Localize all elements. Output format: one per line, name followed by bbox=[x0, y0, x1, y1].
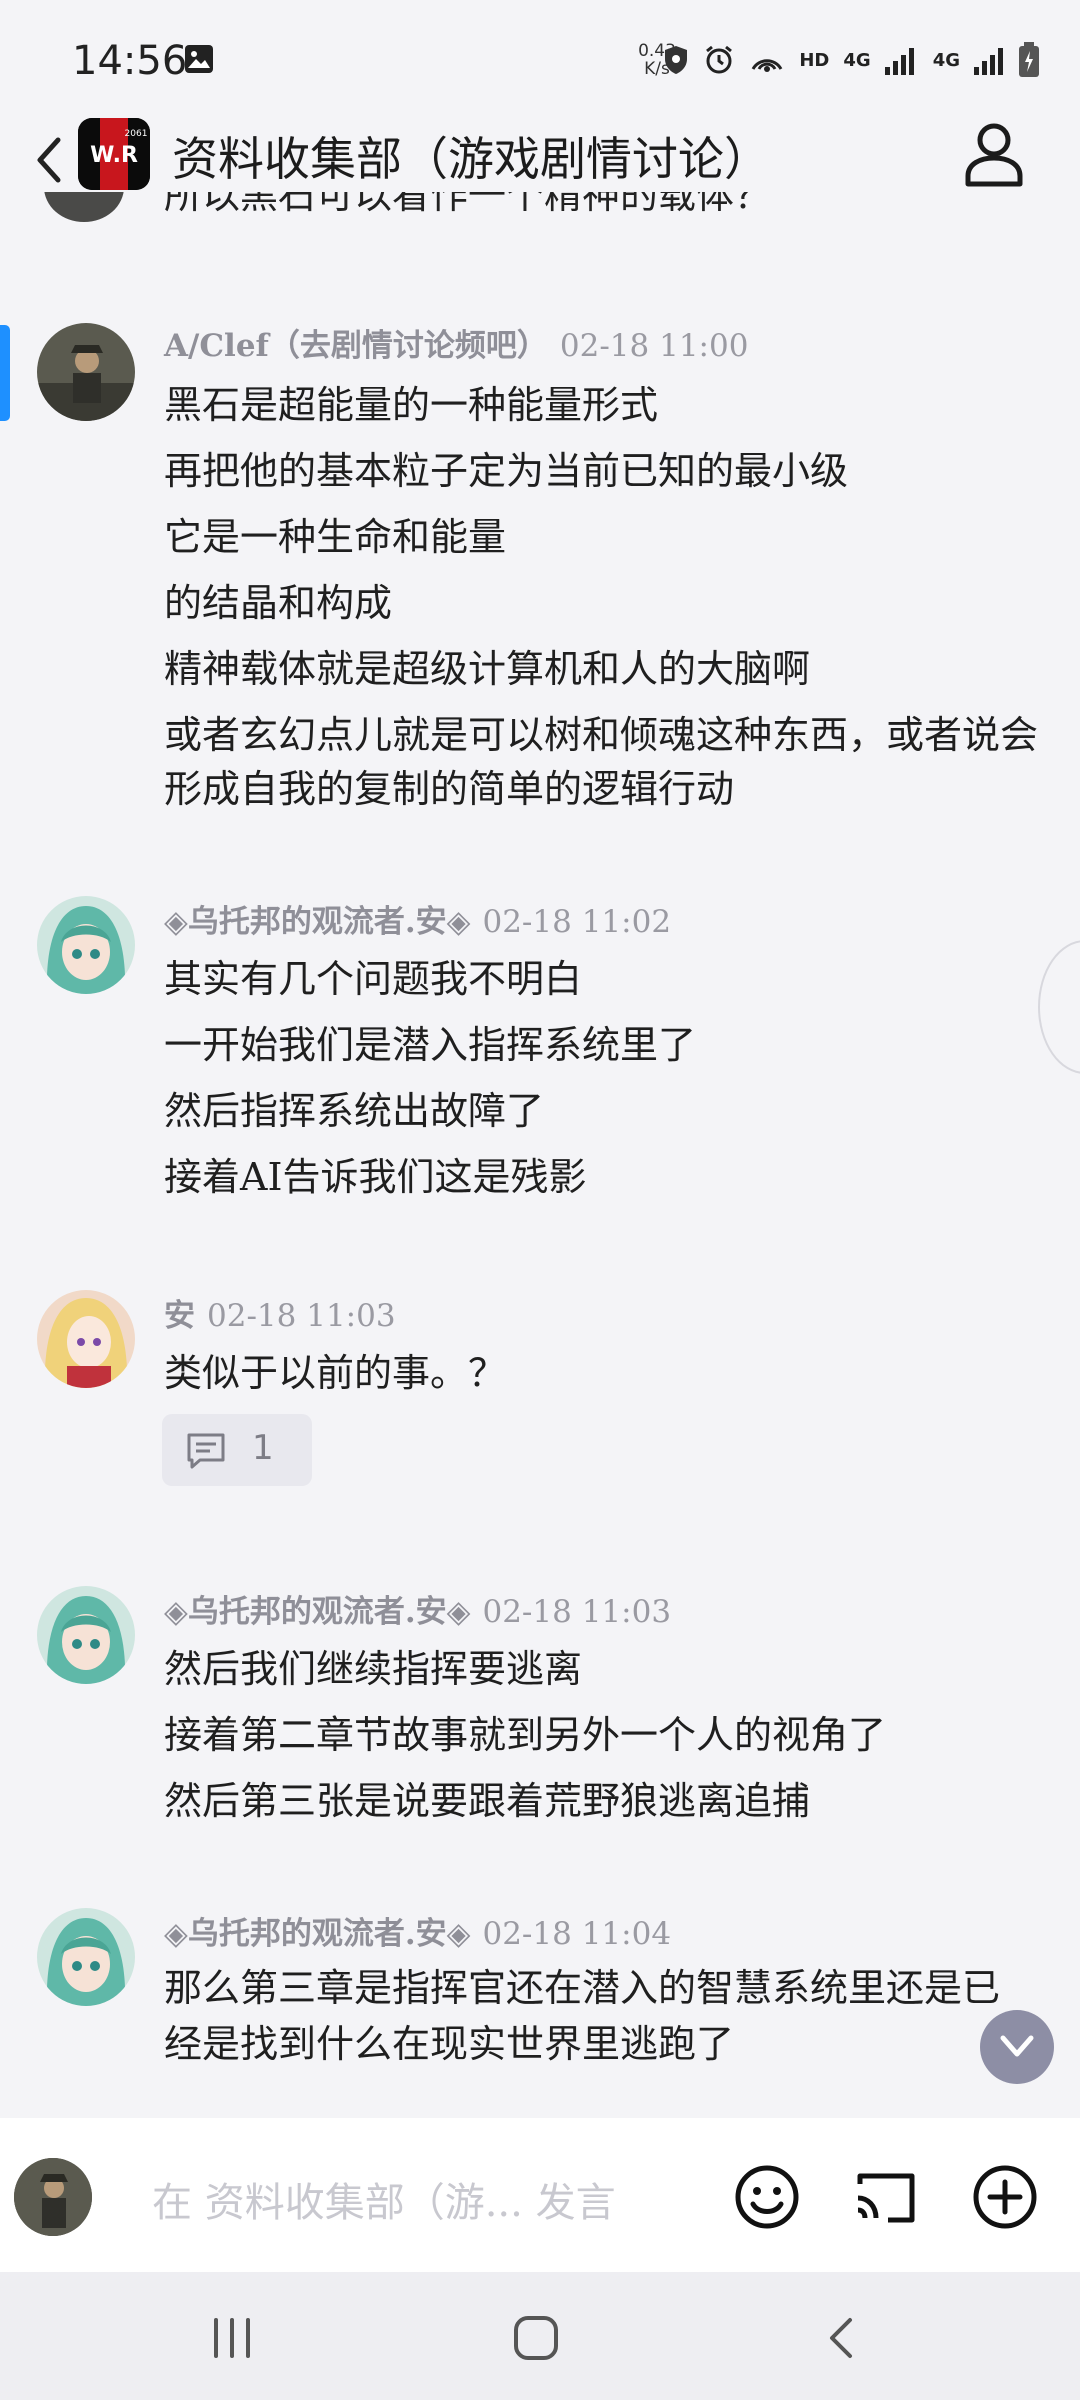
system-nav-bar bbox=[0, 2272, 1080, 2400]
group-avatar[interactable]: W.R 2061 bbox=[78, 118, 150, 190]
scroll-to-bottom-button[interactable] bbox=[980, 2010, 1054, 2084]
reply-count: 1 bbox=[252, 1428, 274, 1468]
timestamp: 02-18 11:04 bbox=[482, 1916, 672, 1952]
recent-apps-icon[interactable] bbox=[208, 2316, 258, 2360]
sender-name[interactable]: 安 bbox=[164, 1298, 195, 1334]
network-type-2: 4G bbox=[932, 49, 960, 71]
partial-message: 所以黑石可以看作一个精神的载体？ bbox=[0, 192, 1080, 244]
status-time: 14:56 bbox=[72, 38, 188, 84]
message-meta: ◈乌托邦的观流者.安◈ 02-18 11:02 bbox=[164, 896, 671, 941]
avatar[interactable] bbox=[37, 1586, 135, 1684]
anime-avatar-icon bbox=[37, 1586, 135, 1684]
anime-avatar-icon bbox=[37, 1290, 135, 1388]
sender-name[interactable]: ◈乌托邦的观流者.安◈ bbox=[164, 1594, 470, 1630]
message-input-bar: 在 资料收集部（游... 发言 bbox=[0, 2118, 1080, 2272]
message-line: 精神载体就是超级计算机和人的大脑啊 bbox=[164, 647, 811, 691]
timestamp: 02-18 11:03 bbox=[482, 1594, 672, 1630]
sender-name[interactable]: ◈乌托邦的观流者.安◈ bbox=[164, 904, 470, 940]
message-body: 然后我们继续指挥要逃离 接着第二章节故事就到另外一个人的视角了 然后第三张是说要… bbox=[164, 1636, 1044, 1834]
avatar[interactable] bbox=[37, 1908, 135, 2006]
unread-marker bbox=[0, 325, 10, 421]
emoji-icon[interactable] bbox=[734, 2164, 800, 2230]
user-photo-icon bbox=[37, 323, 135, 421]
plus-icon[interactable] bbox=[972, 2164, 1038, 2230]
timestamp: 02-18 11:00 bbox=[559, 328, 749, 364]
message-line: 再把他的基本粒子定为当前已知的最小级 bbox=[164, 449, 849, 493]
message-body: 黑石是超能量的一种能量形式 再把他的基本粒子定为当前已知的最小级 它是一种生命和… bbox=[164, 372, 1044, 816]
vpn-icon bbox=[665, 46, 688, 74]
gallery-notification-icon bbox=[185, 45, 213, 73]
message-meta: A/Clef（去剧情讨论频吧） 02-18 11:00 bbox=[164, 320, 748, 365]
avatar bbox=[44, 192, 124, 222]
avatar[interactable] bbox=[37, 896, 135, 994]
anime-avatar-icon bbox=[37, 1908, 135, 2006]
message-line: 那么第三章是指挥官还在潜入的智慧系统里还是已经是找到什么在现实世界里逃跑了 bbox=[164, 1966, 1001, 2066]
thread-reply-button[interactable]: 1 bbox=[162, 1414, 312, 1486]
message-line: 然后第三张是说要跟着荒野狼逃离追捕 bbox=[164, 1779, 811, 1823]
message-text: 所以黑石可以看作一个精神的载体？ bbox=[164, 192, 773, 217]
status-bar: 14:56 0.43 K/s HD 4G 4G bbox=[0, 0, 1080, 120]
message-meta: 安 02-18 11:03 bbox=[164, 1290, 396, 1335]
battery-icon bbox=[1019, 42, 1039, 77]
signal-icon-2 bbox=[974, 48, 1003, 75]
message-input[interactable]: 在 资料收集部（游... 发言 bbox=[152, 2170, 616, 2228]
message-line: 的结晶和构成 bbox=[164, 581, 393, 625]
user-photo-icon bbox=[14, 2158, 92, 2236]
svg-text:2061: 2061 bbox=[125, 129, 148, 139]
message-meta: ◈乌托邦的观流者.安◈ 02-18 11:03 bbox=[164, 1586, 671, 1631]
nav-back-icon[interactable] bbox=[822, 2312, 858, 2364]
avatar[interactable] bbox=[37, 1290, 135, 1388]
timestamp: 02-18 11:02 bbox=[482, 904, 672, 940]
page-title: 资料收集部（游戏剧情讨论） bbox=[172, 132, 770, 186]
self-avatar[interactable] bbox=[14, 2158, 92, 2236]
message-body: 其实有几个问题我不明白 一开始我们是潜入指挥系统里了 然后指挥系统出故障了 接着… bbox=[164, 946, 1044, 1210]
home-icon[interactable] bbox=[510, 2312, 562, 2364]
message-line: 它是一种生命和能量 bbox=[164, 515, 507, 559]
anime-avatar-icon bbox=[37, 896, 135, 994]
timestamp: 02-18 11:03 bbox=[207, 1298, 396, 1334]
avatar[interactable] bbox=[37, 323, 135, 421]
message-line: 然后我们继续指挥要逃离 bbox=[164, 1647, 583, 1691]
hd-label: HD bbox=[799, 49, 830, 71]
network-type-1: 4G bbox=[843, 49, 871, 71]
signal-icon-1 bbox=[884, 48, 914, 75]
message-line: 然后指挥系统出故障了 bbox=[164, 1089, 545, 1133]
group-logo-icon: W.R 2061 bbox=[78, 118, 150, 190]
sender-name[interactable]: ◈乌托邦的观流者.安◈ bbox=[164, 1916, 470, 1952]
message-line: 一开始我们是潜入指挥系统里了 bbox=[164, 1023, 697, 1067]
message-line: 其实有几个问题我不明白 bbox=[164, 957, 583, 1001]
status-icons: HD 4G 4G bbox=[663, 38, 1040, 82]
profile-icon[interactable] bbox=[962, 120, 1026, 188]
chevron-down-icon bbox=[1000, 2035, 1034, 2057]
edge-handle[interactable] bbox=[1038, 940, 1080, 1074]
message-meta: ◈乌托邦的观流者.安◈ 02-18 11:04 bbox=[164, 1908, 671, 1953]
message-line: 接着第二章节故事就到另外一个人的视角了 bbox=[164, 1713, 887, 1757]
alarm-icon bbox=[706, 45, 733, 74]
screen-share-icon[interactable] bbox=[852, 2170, 918, 2226]
back-chevron-icon[interactable] bbox=[28, 130, 72, 190]
message-body: 那么第三章是指挥官还在潜入的智慧系统里还是已经是找到什么在现实世界里逃跑了 bbox=[164, 1960, 1044, 2072]
message-line: 接着AI告诉我们这是残影 bbox=[164, 1155, 587, 1199]
message-body: 类似于以前的事。？ bbox=[164, 1340, 1044, 1406]
message-line: 或者玄幻点儿就是可以树和倾魂这种东西，或者说会形成自我的复制的简单的逻辑行动 bbox=[164, 713, 1039, 811]
comment-icon bbox=[187, 1433, 225, 1469]
sender-name[interactable]: A/Clef（去剧情讨论频吧） bbox=[164, 328, 548, 364]
hotspot-icon bbox=[752, 59, 783, 72]
message-line: 黑石是超能量的一种能量形式 bbox=[164, 383, 659, 427]
message-line: 类似于以前的事。？ bbox=[164, 1351, 507, 1395]
svg-text:W.R: W.R bbox=[90, 143, 138, 168]
